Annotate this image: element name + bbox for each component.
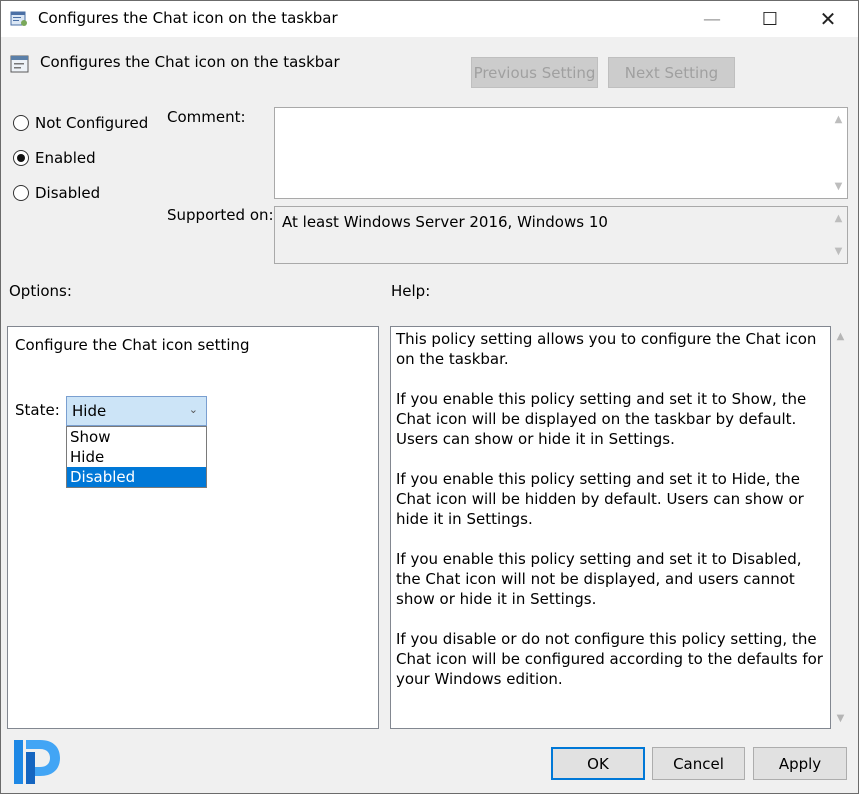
radio-circle[interactable] <box>13 115 29 131</box>
close-button[interactable]: ✕ <box>799 1 857 37</box>
policy-setting-dialog: Configures the Chat icon on the taskbar … <box>0 0 859 794</box>
comment-label: Comment: <box>167 108 246 126</box>
options-label: Options: <box>9 282 72 300</box>
dropdown-item-hide[interactable]: Hide <box>67 447 206 467</box>
options-heading: Configure the Chat icon setting <box>15 336 250 354</box>
radio-label: Disabled <box>35 184 101 202</box>
help-paragraph: If you enable this policy setting and se… <box>396 390 807 448</box>
radio-label: Not Configured <box>35 114 149 132</box>
scroll-down-icon[interactable]: ▼ <box>830 181 847 192</box>
scroll-up-icon[interactable]: ▲ <box>830 213 847 224</box>
ok-button[interactable]: OK <box>551 747 645 780</box>
apply-button[interactable]: Apply <box>753 747 847 780</box>
policy-setting-icon <box>10 55 29 73</box>
help-scrollbar[interactable]: ▲ ▼ <box>832 327 849 728</box>
chevron-down-icon[interactable]: ⌄ <box>189 403 198 416</box>
help-paragraph: If you enable this policy setting and se… <box>396 470 804 528</box>
radio-circle[interactable] <box>13 185 29 201</box>
help-label: Help: <box>391 282 431 300</box>
scroll-up-icon[interactable]: ▲ <box>832 331 849 342</box>
state-label: State: <box>15 401 60 419</box>
policy-document-icon <box>10 11 27 26</box>
minimize-button[interactable]: — <box>683 1 741 37</box>
dropdown-item-disabled[interactable]: Disabled <box>67 467 206 487</box>
radio-not-configured[interactable]: Not Configured <box>13 114 148 132</box>
help-paragraph: This policy setting allows you to config… <box>396 330 817 368</box>
radio-label: Enabled <box>35 149 96 167</box>
radio-disabled[interactable]: Disabled <box>13 184 100 202</box>
prajwal-logo-icon <box>10 736 64 788</box>
cancel-button[interactable]: Cancel <box>652 747 745 780</box>
state-selected-value: Hide <box>72 402 107 420</box>
help-text: This policy setting allows you to config… <box>396 329 826 709</box>
previous-setting-button[interactable]: Previous Setting <box>471 57 598 88</box>
state-dropdown-list[interactable]: Show Hide Disabled <box>66 426 207 488</box>
title-bar[interactable]: Configures the Chat icon on the taskbar … <box>1 1 858 37</box>
comment-scrollbar[interactable]: ▲ ▼ <box>830 108 847 198</box>
scroll-down-icon[interactable]: ▼ <box>832 713 849 724</box>
supported-on-label: Supported on: <box>167 206 274 224</box>
options-panel: Configure the Chat icon setting State: <box>7 326 379 729</box>
dropdown-item-show[interactable]: Show <box>67 427 206 447</box>
state-dropdown[interactable]: Hide ⌄ <box>66 396 207 426</box>
supported-on-value: At least Windows Server 2016, Windows 10 <box>282 213 608 231</box>
supported-on-field: At least Windows Server 2016, Windows 10… <box>274 206 848 264</box>
scroll-down-icon[interactable]: ▼ <box>830 246 847 257</box>
maximize-button[interactable]: ☐ <box>741 1 799 37</box>
radio-circle[interactable] <box>13 150 29 166</box>
scroll-up-icon[interactable]: ▲ <box>830 114 847 125</box>
help-paragraph: If you enable this policy setting and se… <box>396 550 802 608</box>
next-setting-button[interactable]: Next Setting <box>608 57 735 88</box>
help-paragraph: If you disable or do not configure this … <box>396 630 823 688</box>
window-title: Configures the Chat icon on the taskbar <box>38 9 338 27</box>
supported-scrollbar[interactable]: ▲ ▼ <box>830 207 847 263</box>
comment-field[interactable]: ▲ ▼ <box>274 107 848 199</box>
setting-title: Configures the Chat icon on the taskbar <box>40 53 340 71</box>
radio-enabled[interactable]: Enabled <box>13 149 96 167</box>
